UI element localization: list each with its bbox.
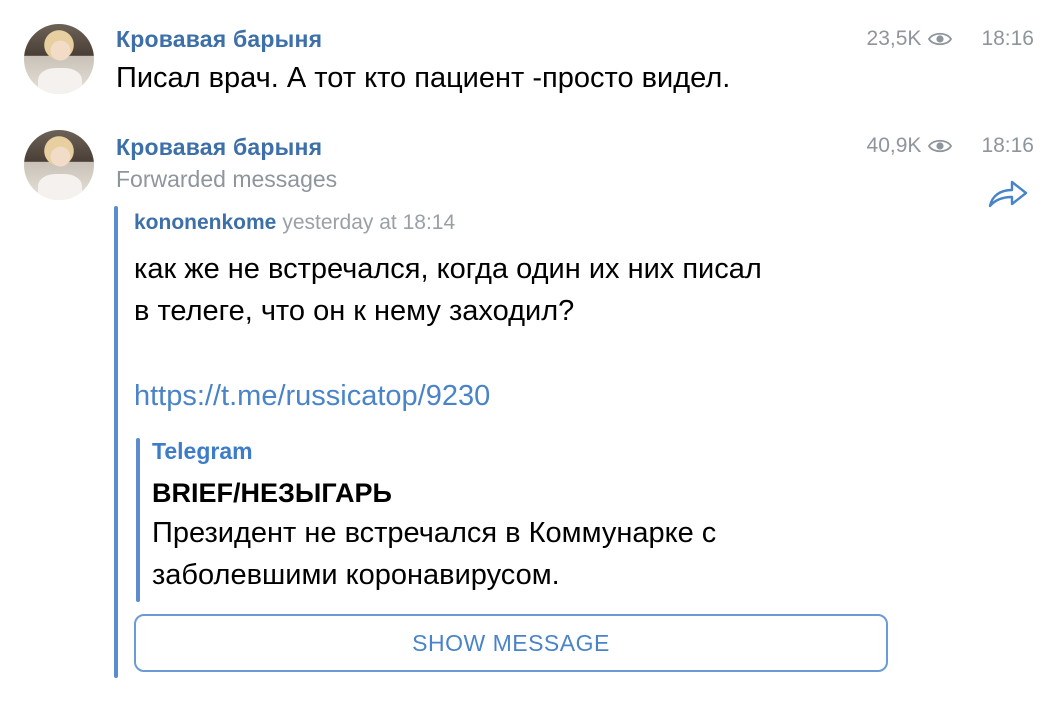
link-preview-desc-line: заболевшими коронавирусом. [152, 559, 560, 591]
share-icon[interactable] [986, 176, 1030, 210]
forwarded-author[interactable]: kononenkome yesterday at 18:14 [134, 211, 455, 235]
eye-icon [928, 139, 953, 153]
forwarded-text-line: в телеге, что он к нему заходил? [134, 295, 575, 327]
avatar[interactable] [24, 24, 94, 94]
link-preview-desc-line: Президент не встречался в Коммунарке с [152, 517, 717, 549]
forwarded-label: Forwarded messages [116, 166, 338, 192]
link-preview-site: Telegram [152, 438, 253, 464]
message-text: Писал врач. А тот кто пациент -просто ви… [116, 62, 731, 94]
sender-name[interactable]: Кровавая барыня [116, 134, 322, 161]
forwarded-text-line: как же не встречался, когда один их них … [134, 253, 762, 285]
sender-name[interactable]: Кровавая барыня [116, 26, 322, 53]
show-message-button[interactable]: SHOW MESSAGE [134, 614, 888, 672]
views-count: 40,9K [866, 134, 922, 157]
forwarded-text: как же не встречался, когда один их них … [134, 248, 894, 332]
forwarded-time: yesterday at 18:14 [282, 211, 456, 234]
message-link[interactable]: https://t.me/russicatop/9230 [134, 380, 490, 413]
link-preview-bar [136, 438, 140, 602]
eye-icon [928, 32, 953, 46]
message-time: 18:16 [981, 134, 1034, 157]
message-time: 18:16 [981, 27, 1034, 50]
forward-quote-bar [114, 206, 118, 678]
message-meta: 40,9K 18:16 [867, 134, 1034, 158]
avatar[interactable] [24, 130, 94, 200]
message-meta: 23,5K 18:16 [867, 27, 1034, 51]
link-preview-title: BRIEF/НЕЗЫГАРЬ [152, 478, 392, 508]
link-preview-description: Президент не встречался в Коммунарке с з… [152, 512, 892, 596]
views-count: 23,5K [866, 27, 922, 50]
